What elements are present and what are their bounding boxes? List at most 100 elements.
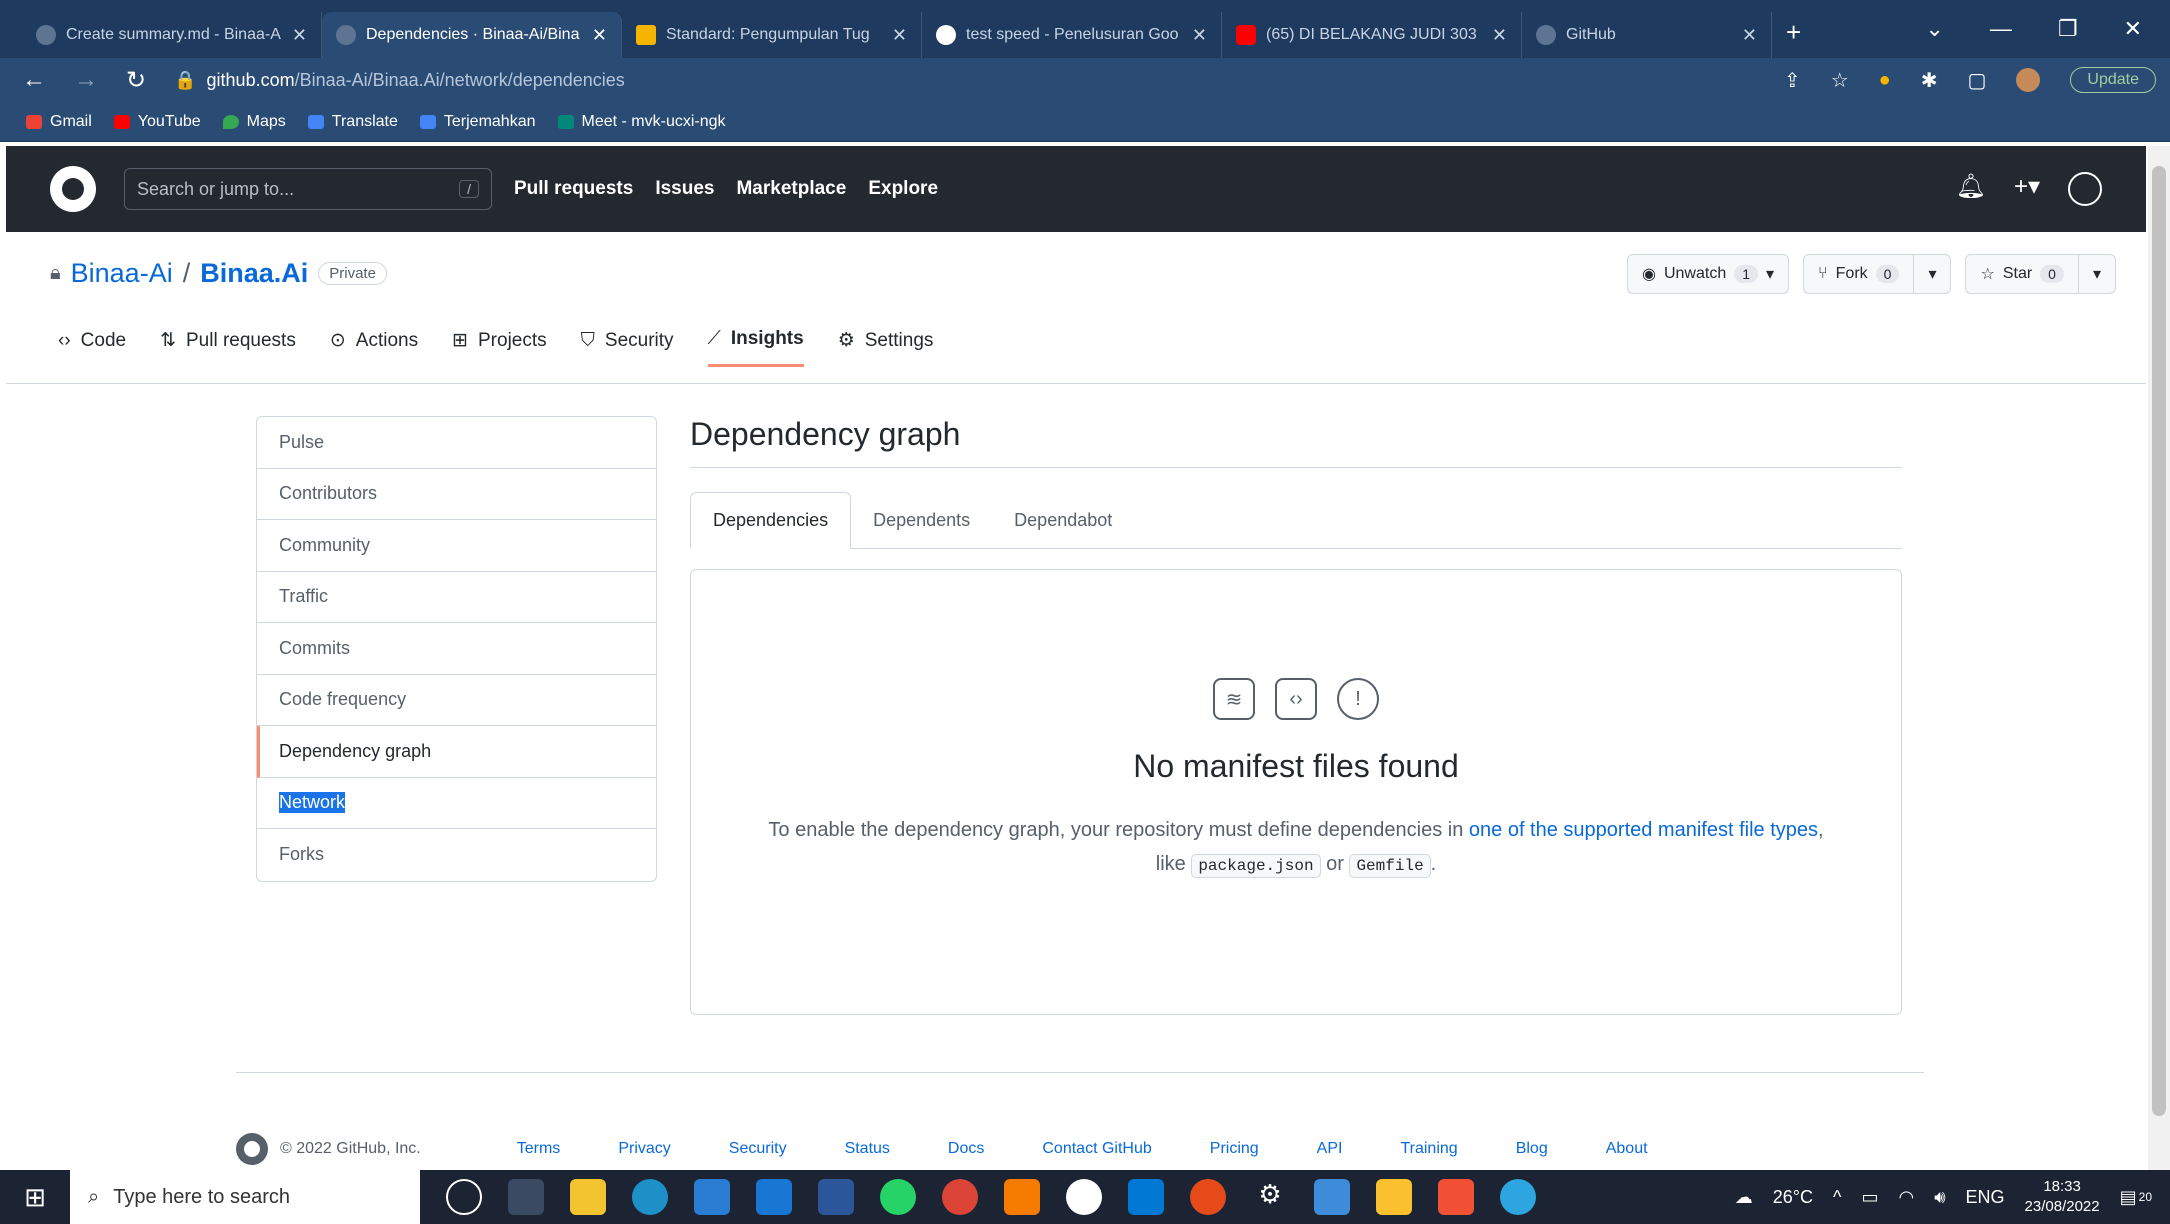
close-tab-icon[interactable]: ✕ <box>892 25 907 46</box>
fork-dropdown[interactable]: ▾ <box>1913 255 1950 293</box>
bookmark-translate[interactable]: Translate <box>307 113 398 131</box>
close-tab-icon[interactable]: ✕ <box>1742 25 1757 46</box>
tab-dependents[interactable]: Dependents <box>851 492 992 548</box>
temperature[interactable]: 26°C <box>1773 1187 1813 1208</box>
chrome-profile-icon[interactable] <box>1190 1179 1226 1215</box>
nav-explore[interactable]: Explore <box>868 178 938 200</box>
sidebar-item-code-frequency[interactable]: Code frequency <box>257 675 656 726</box>
footer-link-training[interactable]: Training <box>1400 1140 1457 1158</box>
close-tab-icon[interactable]: ✕ <box>592 25 607 46</box>
new-tab-button[interactable]: + <box>1786 17 1801 48</box>
repo-owner-link[interactable]: Binaa-Ai <box>71 258 173 289</box>
git-icon[interactable] <box>1438 1179 1474 1215</box>
sidebar-item-network[interactable]: Network <box>257 778 656 829</box>
bookmark-maps[interactable]: Maps <box>222 113 286 131</box>
sidepanel-icon[interactable]: ▢ <box>1968 68 1987 93</box>
minimize-icon[interactable]: — <box>1990 16 2012 42</box>
avatar[interactable] <box>2068 172 2102 206</box>
footer-link-about[interactable]: About <box>1606 1140 1648 1158</box>
notification-icon[interactable]: ▤ 20 <box>2120 1187 2152 1208</box>
page-scrollbar[interactable] <box>2148 146 2170 1170</box>
footer-link-status[interactable]: Status <box>845 1140 890 1158</box>
nav-pull-requests[interactable]: Pull requests <box>514 178 633 200</box>
footer-link-docs[interactable]: Docs <box>948 1140 984 1158</box>
browser-tab[interactable]: GitHub ✕ <box>1522 12 1772 58</box>
settings-icon[interactable]: ⚙ <box>1252 1179 1288 1215</box>
tab-dependabot[interactable]: Dependabot <box>992 492 1134 548</box>
language-indicator[interactable]: ENG <box>1966 1187 2005 1208</box>
word-icon[interactable] <box>818 1179 854 1215</box>
bookmark-meet[interactable]: Meet - mvk-ucxi-ngk <box>557 113 726 131</box>
tab-settings[interactable]: ⚙ Settings <box>838 328 934 367</box>
repo-name-link[interactable]: Binaa.Ai <box>200 258 308 289</box>
edge-icon[interactable] <box>632 1179 668 1215</box>
star-button[interactable]: ☆ Star 0 ▾ <box>1965 254 2116 294</box>
tab-security[interactable]: ⛉ Security <box>581 328 674 367</box>
bell-icon[interactable]: 🔔︎ <box>1955 172 1985 206</box>
sidebar-item-pulse[interactable]: Pulse <box>257 417 656 469</box>
footer-link-api[interactable]: API <box>1317 1140 1343 1158</box>
nav-issues[interactable]: Issues <box>655 178 714 200</box>
bookmark-terjemahkan[interactable]: Terjemahkan <box>419 113 536 131</box>
supported-manifests-link[interactable]: one of the supported manifest file types <box>1469 819 1818 841</box>
battery-icon[interactable]: ▭ <box>1861 1187 1878 1208</box>
unwatch-button[interactable]: ◉ Unwatch 1 ▾ <box>1627 254 1790 294</box>
browser-tab[interactable]: test speed - Penelusuran Goo ✕ <box>922 12 1222 58</box>
star-bookmark-icon[interactable]: ☆ <box>1831 68 1849 93</box>
cortana-icon[interactable] <box>446 1179 482 1215</box>
scrollbar-thumb[interactable] <box>2152 166 2166 1116</box>
forward-icon[interactable]: → <box>74 66 98 94</box>
browser-tab[interactable]: Standard: Pengumpulan Tug ✕ <box>622 12 922 58</box>
footer-link-security[interactable]: Security <box>729 1140 787 1158</box>
close-window-icon[interactable]: ✕ <box>2124 16 2142 42</box>
footer-link-blog[interactable]: Blog <box>1516 1140 1548 1158</box>
mail-icon[interactable] <box>756 1179 792 1215</box>
vscode-icon[interactable] <box>1128 1179 1164 1215</box>
close-tab-icon[interactable]: ✕ <box>292 25 307 46</box>
chrome-icon[interactable] <box>942 1179 978 1215</box>
tab-projects[interactable]: ⊞ Projects <box>452 328 547 367</box>
footer-link-terms[interactable]: Terms <box>517 1140 561 1158</box>
bookmark-youtube[interactable]: YouTube <box>113 113 201 131</box>
tab-code[interactable]: ‹› Code <box>58 328 126 367</box>
footer-link-contact[interactable]: Contact GitHub <box>1042 1140 1151 1158</box>
back-icon[interactable]: ← <box>22 66 46 94</box>
tab-actions[interactable]: ⊙ Actions <box>330 328 418 367</box>
app-icon[interactable] <box>1314 1179 1350 1215</box>
app-icon[interactable] <box>1066 1179 1102 1215</box>
browser-tab[interactable]: (65) DI BELAKANG JUDI 303 ✕ <box>1222 12 1522 58</box>
footer-link-privacy[interactable]: Privacy <box>618 1140 670 1158</box>
reload-icon[interactable]: ↻ <box>126 66 146 95</box>
extension-icon[interactable]: ● <box>1879 69 1891 92</box>
restore-icon[interactable]: ❐ <box>2058 16 2078 42</box>
chevron-up-icon[interactable]: ^ <box>1833 1187 1841 1208</box>
windows-start-icon[interactable]: ⊞ <box>0 1182 70 1213</box>
volume-icon[interactable]: 🔊︎ <box>1934 1187 1945 1208</box>
create-new-icon[interactable]: +▾ <box>2014 172 2040 206</box>
close-tab-icon[interactable]: ✕ <box>1492 25 1507 46</box>
sidebar-item-dependency-graph[interactable]: Dependency graph <box>257 726 656 778</box>
share-icon[interactable]: ⇪ <box>1784 68 1801 93</box>
chevron-down-icon[interactable]: ⌄ <box>1925 16 1943 42</box>
clock[interactable]: 18:33 23/08/2022 <box>2025 1177 2100 1217</box>
github-logo-icon[interactable] <box>236 1133 268 1165</box>
sticky-notes-icon[interactable] <box>1376 1179 1412 1215</box>
nav-marketplace[interactable]: Marketplace <box>736 178 846 200</box>
update-button[interactable]: Update <box>2070 67 2156 93</box>
github-logo-icon[interactable] <box>50 166 96 212</box>
taskbar-search-input[interactable]: ⌕ Type here to search <box>70 1170 420 1224</box>
close-tab-icon[interactable]: ✕ <box>1192 25 1207 46</box>
browser-tab-active[interactable]: Dependencies · Binaa-Ai/Bina ✕ <box>322 12 622 58</box>
whatsapp-icon[interactable] <box>880 1179 916 1215</box>
footer-link-pricing[interactable]: Pricing <box>1210 1140 1259 1158</box>
star-dropdown[interactable]: ▾ <box>2077 255 2115 293</box>
search-input[interactable]: Search or jump to... / <box>124 168 492 210</box>
wifi-icon[interactable]: ◠ <box>1898 1187 1914 1208</box>
sidebar-item-commits[interactable]: Commits <box>257 623 656 675</box>
tab-insights[interactable]: ⟋ Insights <box>707 328 804 367</box>
store-icon[interactable] <box>694 1179 730 1215</box>
browser-tab[interactable]: Create summary.md - Binaa-A ✕ <box>22 12 322 58</box>
profile-avatar[interactable] <box>2016 68 2041 92</box>
url-field[interactable]: 🔒 github.com/Binaa-Ai/Binaa.Ai/network/d… <box>174 70 1756 91</box>
telegram-icon[interactable] <box>1500 1179 1536 1215</box>
